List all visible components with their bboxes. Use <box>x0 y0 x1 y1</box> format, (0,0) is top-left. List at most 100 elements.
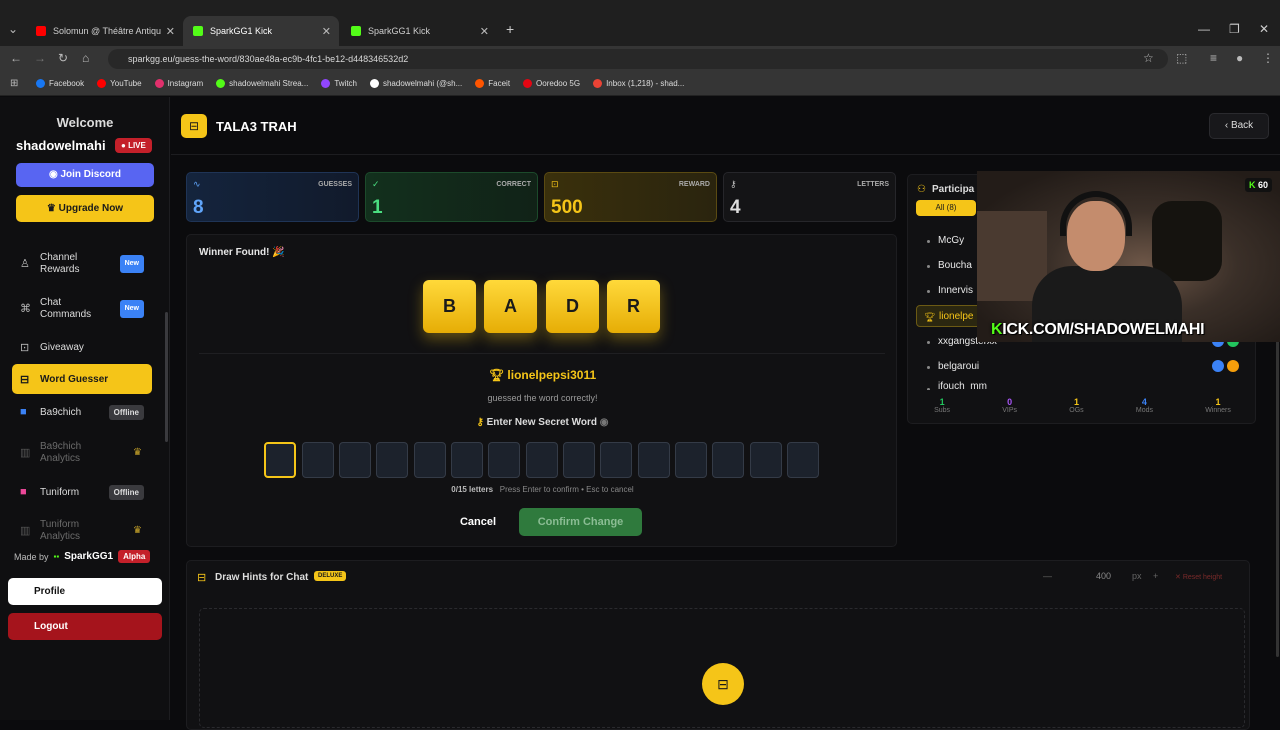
back-arrow-icon[interactable]: ← <box>10 51 22 65</box>
stat-subs: 1 Subs <box>934 397 951 414</box>
join-discord-button[interactable]: ◉ Join Discord <box>16 163 154 187</box>
letter-tile: A <box>484 280 537 333</box>
gamepad-button[interactable]: ⊟ <box>702 663 744 705</box>
secret-letter-input[interactable] <box>339 442 371 478</box>
maximize-icon[interactable]: ❐ <box>1229 22 1240 36</box>
secret-letter-input[interactable] <box>712 442 744 478</box>
logout-button[interactable]: Logout <box>8 613 162 640</box>
secret-letter-input[interactable] <box>787 442 819 478</box>
users-icon: ⚇ <box>917 184 926 195</box>
stat-reward: ⊡ REWARD 500 <box>544 172 717 222</box>
secret-letter-input[interactable] <box>750 442 782 478</box>
sidebar-item-ba9chich-analytics[interactable]: ▥ Ba9chich Analytics ♛ <box>12 438 152 468</box>
profile-button[interactable]: Profile <box>8 578 162 605</box>
bookmark-facebook[interactable]: Facebook <box>36 78 84 88</box>
filter-all-tab[interactable]: All (8) <box>916 200 976 216</box>
ba9chich-logo-icon: ■ <box>20 406 27 418</box>
crown-icon: ♛ <box>133 447 142 458</box>
participant-item[interactable]: ifouch_mm <box>916 378 1243 390</box>
secret-letter-input[interactable] <box>638 442 670 478</box>
secret-letter-input[interactable] <box>488 442 520 478</box>
draw-hints-title: Draw Hints for Chat <box>215 572 309 583</box>
bookmark-tiktok[interactable]: shadowelmahi (@sh... <box>369 78 462 88</box>
back-button[interactable]: ‹ Back <box>1209 113 1269 139</box>
tuniform-logo-icon: ■ <box>20 486 27 498</box>
close-tab-icon[interactable]: ✕ <box>322 25 331 38</box>
secret-letter-input[interactable] <box>302 442 334 478</box>
sidebar-item-giveaway[interactable]: ⊡ Giveaway <box>12 332 152 362</box>
close-tab-icon[interactable]: ✕ <box>166 25 175 38</box>
browser-tab-3[interactable]: SparkGG1 Kick ✕ <box>341 16 497 46</box>
bullet <box>927 265 930 268</box>
youtube-favicon-icon <box>36 26 46 36</box>
secret-letter-input[interactable] <box>376 442 408 478</box>
cancel-button[interactable]: Cancel <box>446 508 510 536</box>
sidebar-scrollbar[interactable] <box>165 312 168 442</box>
secret-letter-input[interactable] <box>675 442 707 478</box>
guessed-text: guessed the word correctly! <box>487 393 598 403</box>
bookmarks-bar: ⊞ Facebook YouTube Instagram shadowelmah… <box>0 71 1280 96</box>
headphones-icon <box>1060 191 1132 236</box>
stat-correct: ✓ CORRECT 1 <box>365 172 538 222</box>
tab-title: SparkGG1 Kick <box>368 26 431 36</box>
gift-icon: ⊡ <box>20 341 30 354</box>
browser-tab-2[interactable]: SparkGG1 Kick ✕ <box>183 16 339 46</box>
window-close-icon[interactable]: ✕ <box>1259 22 1269 36</box>
sidebar-item-chat-commands[interactable]: ⌘ Chat Commands New <box>12 294 152 324</box>
increase-height-button[interactable]: + <box>1153 571 1158 581</box>
address-bar: ← → ↻ ⌂ sparkgg.eu/guess-the-word/830ae4… <box>0 46 1280 71</box>
game-panel: Winner Found! 🎉 B A D R 🏆︎ lionelpepsi30… <box>186 234 897 547</box>
tab-search-icon[interactable]: ⌄ <box>8 22 18 36</box>
sidebar-item-word-guesser[interactable]: ⊟ Word Guesser <box>12 364 152 394</box>
participant-stats: 1 Subs 0 VIPs 1 OGs 4 Mods 1 Winners <box>908 397 1257 414</box>
url-input[interactable]: sparkgg.eu/guess-the-word/830ae48a-ec9b-… <box>108 49 1168 69</box>
draw-hints-panel: ⊟ Draw Hints for Chat DELUXE — 400 px + … <box>186 560 1250 730</box>
profile-avatar-icon[interactable]: ● <box>1236 51 1243 65</box>
bookmark-faceit[interactable]: Faceit <box>475 78 510 88</box>
secret-letter-input[interactable] <box>526 442 558 478</box>
menu-dots-icon[interactable]: ⋮ <box>1262 51 1274 65</box>
sidebar-item-tuniform-analytics[interactable]: ▥ Tuniform Analytics ♛ <box>12 518 152 544</box>
alpha-badge: Alpha <box>118 550 151 563</box>
sidebar-item-channel-rewards[interactable]: ♙ Channel Rewards New <box>12 249 152 279</box>
secret-letter-input[interactable] <box>451 442 483 478</box>
apps-grid-icon[interactable]: ⊞ <box>10 78 18 89</box>
upgrade-now-button[interactable]: ♛ Upgrade Now <box>16 195 154 222</box>
winner-name: 🏆︎ lionelpepsi3011 <box>488 368 597 382</box>
participant-item[interactable]: belgaroui <box>916 356 1243 378</box>
browser-tab-1[interactable]: Solomun @ Théâtre Antiqu ✕ <box>26 16 183 46</box>
secret-letter-input[interactable] <box>600 442 632 478</box>
extensions-icon[interactable]: ⬚ <box>1176 51 1187 65</box>
bookmark-youtube[interactable]: YouTube <box>97 78 142 88</box>
bullet <box>927 290 930 293</box>
new-badge: New <box>119 255 144 273</box>
home-icon[interactable]: ⌂ <box>82 51 89 65</box>
height-input[interactable]: 400 <box>1096 571 1111 581</box>
close-tab-icon[interactable]: ✕ <box>480 25 489 38</box>
bookmark-twitch[interactable]: Twitch <box>321 78 357 88</box>
bookmark-instagram[interactable]: Instagram <box>154 78 203 88</box>
minimize-icon[interactable]: — <box>1198 22 1210 36</box>
forward-arrow-icon[interactable]: → <box>34 51 46 65</box>
decrease-height-button[interactable]: — <box>1043 571 1052 581</box>
sidebar-item-tuniform[interactable]: ■ Tuniform Offline <box>12 477 152 507</box>
reset-height-button[interactable]: ✕ Reset height <box>1175 573 1222 581</box>
bookmark-ooredoo[interactable]: Ooredoo 5G <box>523 78 580 88</box>
new-tab-button[interactable]: + <box>506 21 514 37</box>
secret-letter-input[interactable] <box>264 442 296 478</box>
secret-letter-input[interactable] <box>563 442 595 478</box>
bookmark-star-icon[interactable]: ☆ <box>1143 51 1154 65</box>
sidebar-item-ba9chich[interactable]: ■ Ba9chich Offline <box>12 397 152 427</box>
bookmark-kick[interactable]: shadowelmahi Strea... <box>216 78 308 88</box>
analytics-icon: ▥ <box>20 447 31 459</box>
bookmark-gmail[interactable]: Inbox (1,218) - shad... <box>593 78 684 88</box>
eye-icon[interactable]: ◉ <box>597 417 609 428</box>
media-icon[interactable]: ≡ <box>1210 51 1217 65</box>
sidebar: Welcome shadowelmahi ● LIVE ◉ Join Disco… <box>0 97 170 720</box>
reload-icon[interactable]: ↻ <box>58 51 68 65</box>
command-icon: ⌘ <box>20 303 31 315</box>
secret-letter-input[interactable] <box>414 442 446 478</box>
faceit-icon <box>475 78 485 88</box>
tab-title: SparkGG1 Kick <box>210 26 273 36</box>
confirm-change-button[interactable]: Confirm Change <box>519 508 642 536</box>
